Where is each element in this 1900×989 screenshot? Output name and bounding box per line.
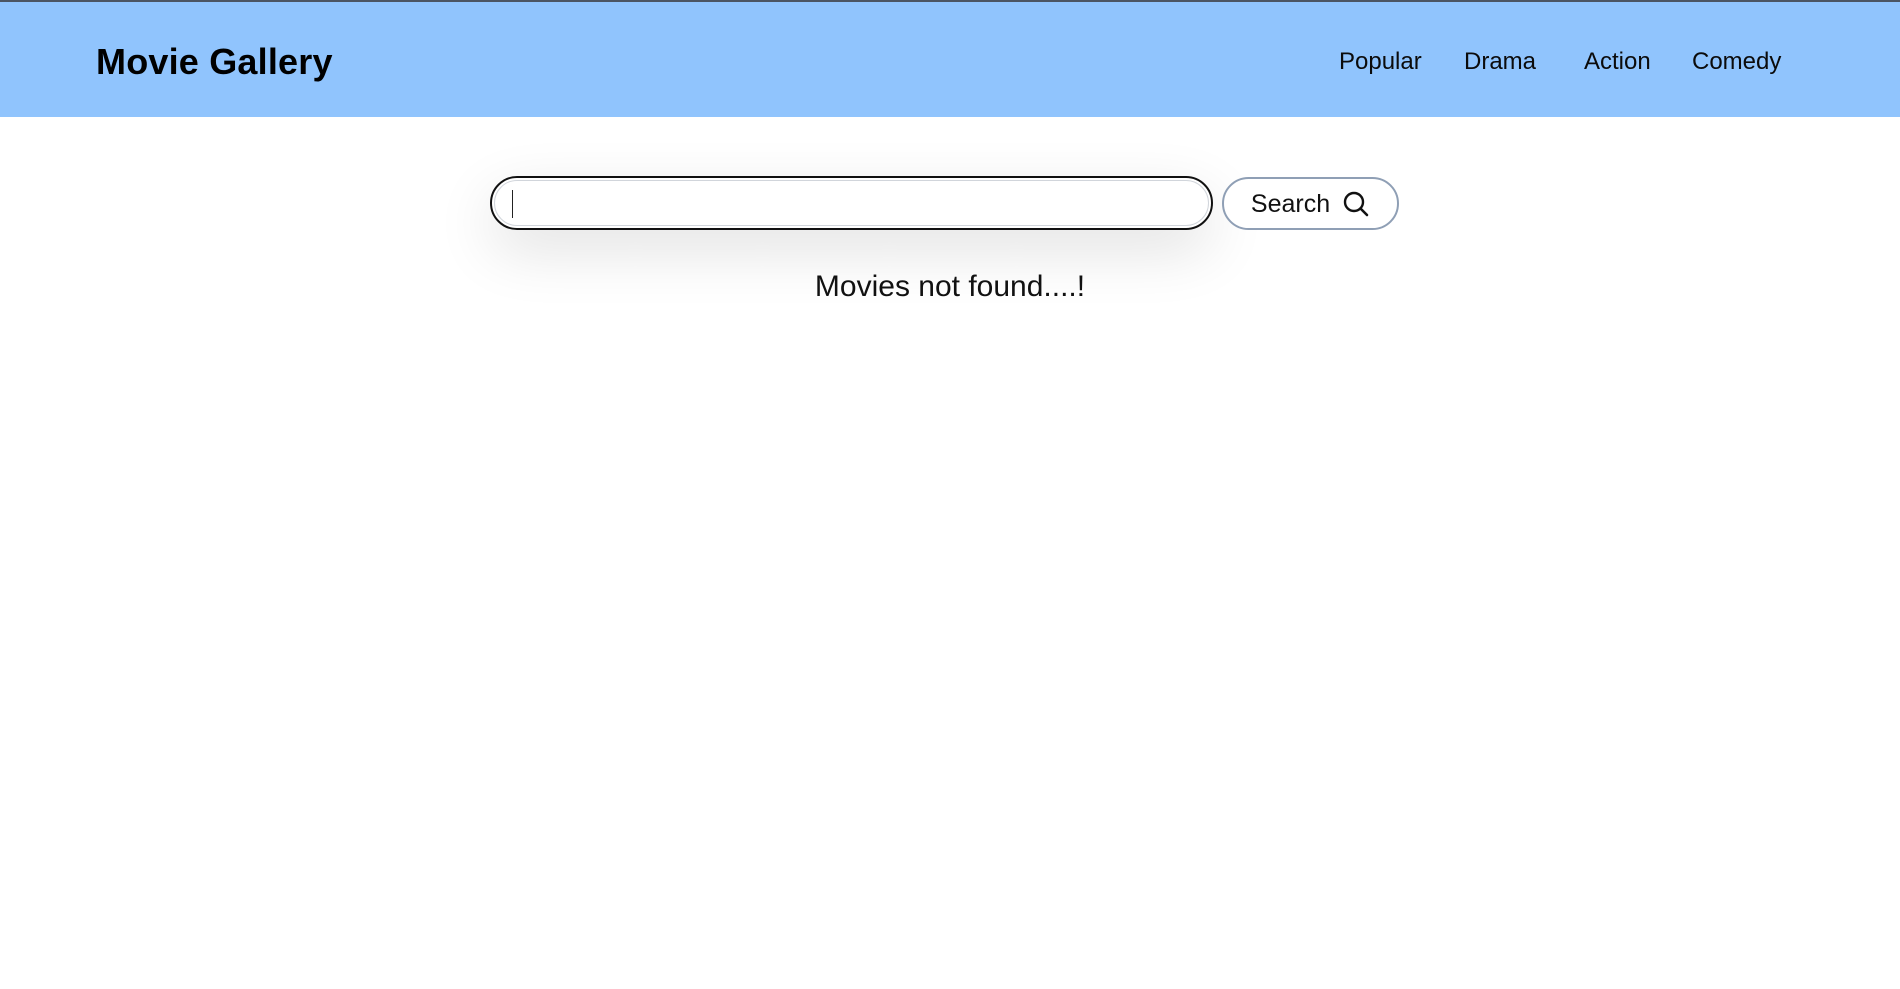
search-bar [490, 176, 1213, 230]
navbar: Movie Gallery Popular Drama Action Comed… [0, 2, 1900, 117]
nav-link-action[interactable]: Action [1584, 47, 1651, 77]
nav-link-drama[interactable]: Drama [1464, 47, 1536, 77]
search-icon [1342, 190, 1370, 218]
search-button[interactable]: Search [1222, 177, 1399, 230]
search-button-label: Search [1250, 189, 1331, 218]
category-nav: Popular Drama Action Comedy [0, 47, 1900, 77]
nav-link-popular[interactable]: Popular [1339, 47, 1422, 77]
empty-results-message: Movies not found....! [814, 270, 1086, 303]
nav-link-comedy[interactable]: Comedy [1692, 47, 1781, 77]
search-input[interactable] [490, 176, 1213, 230]
text-caret [512, 190, 513, 218]
